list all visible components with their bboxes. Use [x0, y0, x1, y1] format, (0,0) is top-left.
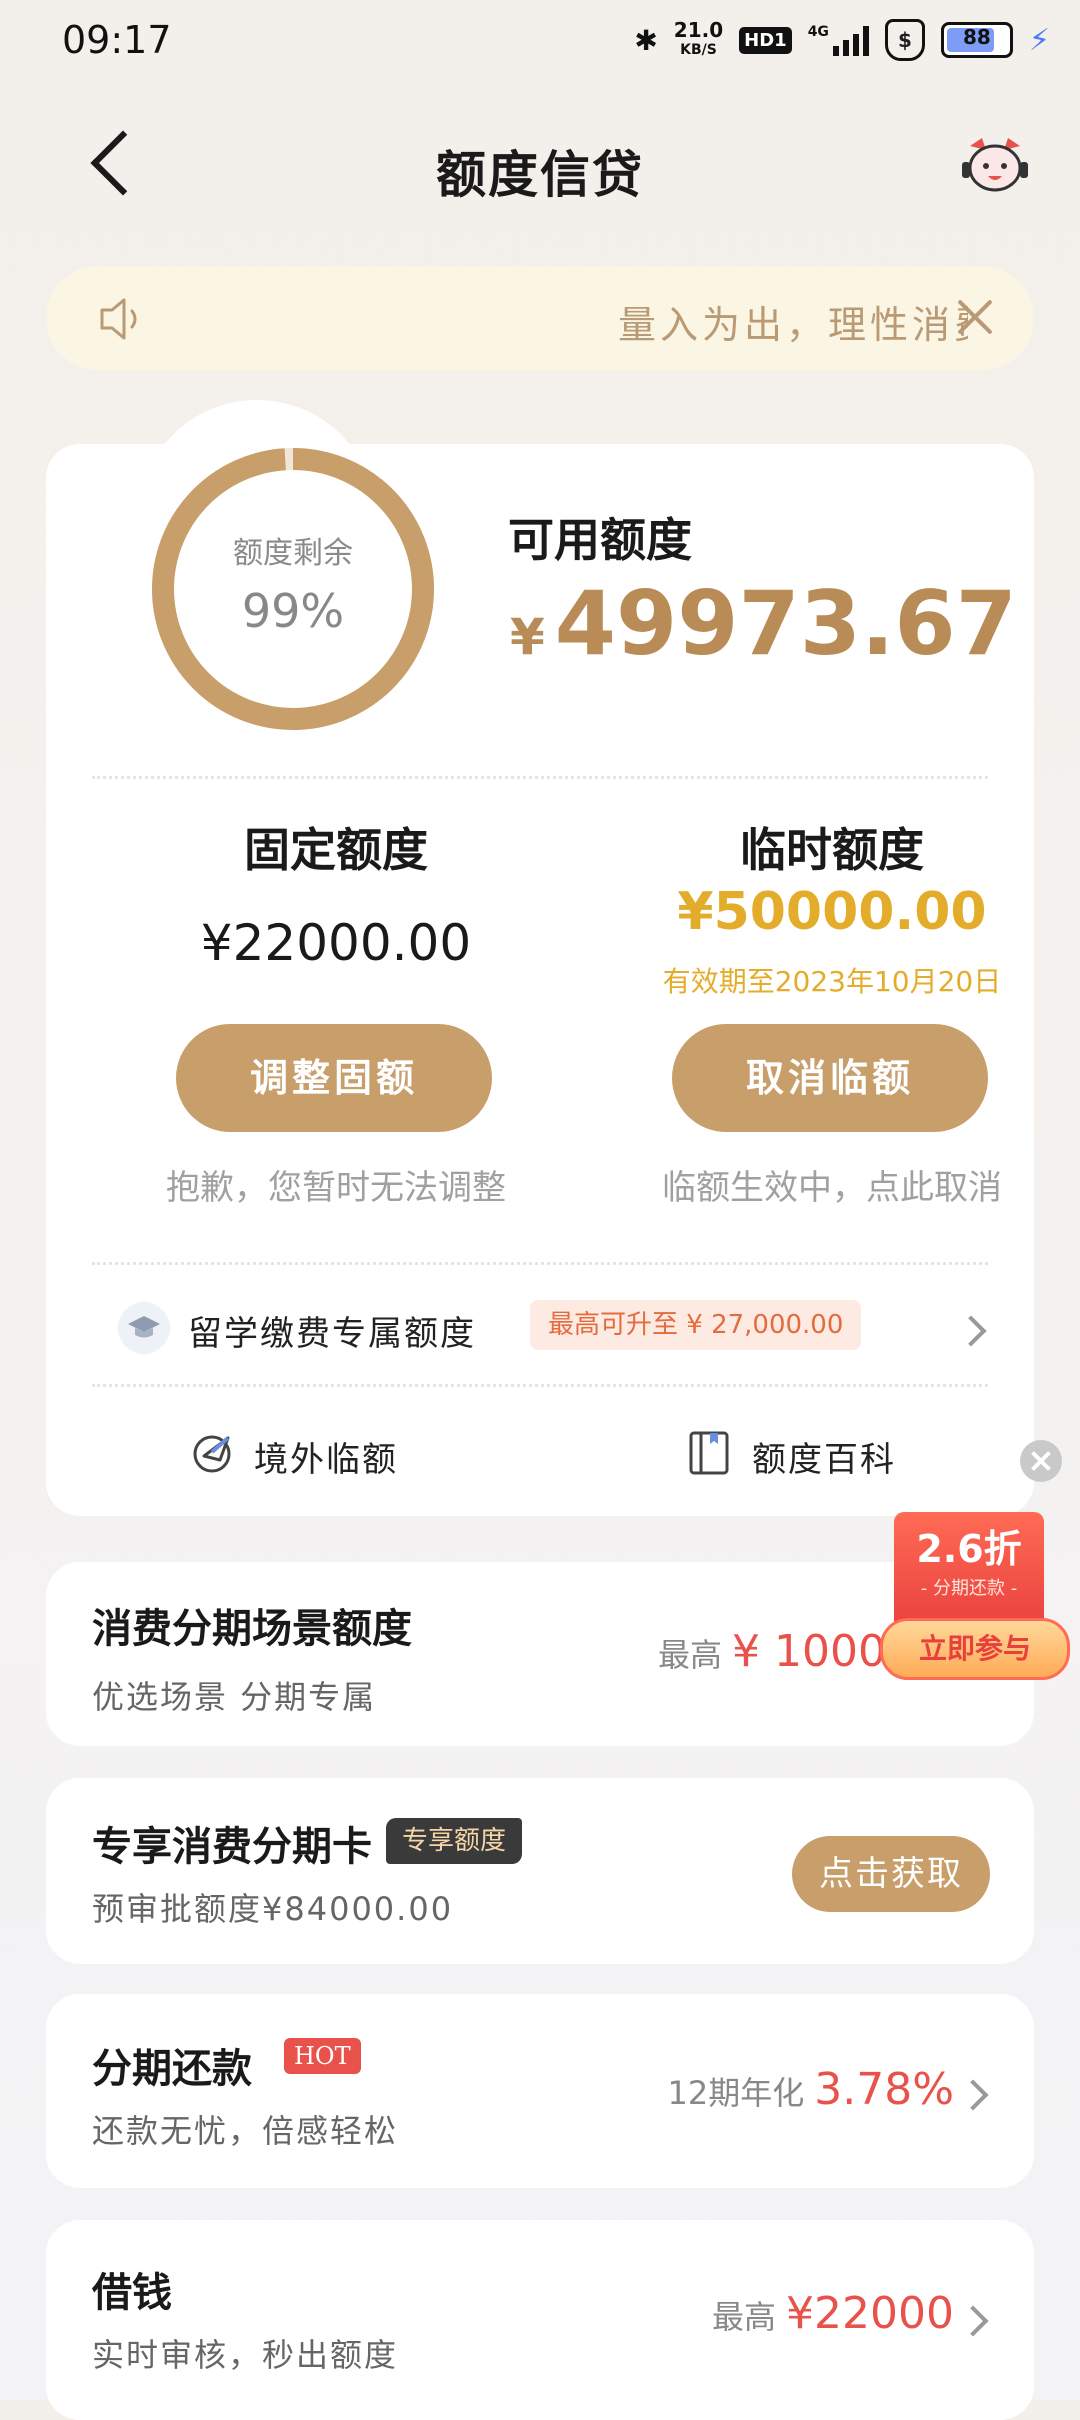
fixed-quota-note: 抱歉，您暂时无法调整 — [166, 1168, 506, 1208]
overseas-quota-link[interactable]: 境外临额 — [190, 1424, 430, 1484]
consume-card-limit: 最高 ¥ 10000 — [658, 1626, 914, 1677]
bluetooth-icon: ✱ — [634, 23, 658, 57]
exclusive-card-subtitle: 预审批额度¥84000.00 — [92, 1890, 454, 1928]
exclusive-card-title: 专享消费分期卡 — [92, 1824, 372, 1870]
app-header: 额度信贷 — [0, 110, 1080, 220]
plane-globe-icon — [193, 1435, 231, 1473]
temp-quota-note[interactable]: 临额生效中，点此取消 — [612, 1160, 1052, 1209]
borrow-limit-value: ¥22000 — [786, 2288, 954, 2339]
speaker-icon — [100, 298, 137, 340]
ring-label: 额度剩余 — [233, 536, 353, 571]
promo-discount: 2.6折 — [916, 1527, 1022, 1571]
installment-repay-card[interactable]: 分期还款 HOT 还款无忧，倍感轻松 12期年化 3.78% — [46, 1994, 1034, 2188]
divider — [92, 1384, 988, 1387]
fixed-quota-title: 固定额度 — [244, 823, 428, 877]
study-abroad-row[interactable]: 留学缴费专属额度 最高可升至 ¥ 27,000.00 — [118, 1294, 998, 1366]
consume-card-subtitle: 优选场景 分期专属 — [92, 1678, 377, 1716]
borrow-card-title: 借钱 — [92, 2270, 172, 2316]
promo-float[interactable]: 2.6折 - 分期还款 - 立即参与 — [880, 1440, 1080, 1690]
borrow-limit: 最高 ¥22000 — [712, 2288, 954, 2339]
temp-quota-amount: ¥50000.00 — [677, 882, 987, 942]
borrow-card[interactable]: 借钱 实时审核，秒出额度 最高 ¥22000 — [46, 2220, 1034, 2420]
available-value: 49973.67 — [554, 572, 1017, 675]
hot-tag: HOT — [284, 2038, 361, 2074]
fixed-quota-amount: ¥22000.00 — [200, 914, 472, 972]
battery-icon: 88 — [940, 22, 1013, 58]
status-icons: ✱ 21.0 KB/S HD1 4G $ 88 ⚡ — [634, 16, 1050, 64]
available-label: 可用额度 — [508, 513, 692, 567]
divider — [92, 1262, 988, 1265]
hd-badge: HD1 — [739, 26, 792, 54]
borrow-limit-prefix: 最高 — [712, 2298, 777, 2336]
customer-service-mascot-icon[interactable] — [960, 136, 1030, 198]
book-icon — [689, 1431, 729, 1475]
graduation-cap-icon — [118, 1302, 170, 1354]
page-title: 额度信贷 — [436, 146, 644, 204]
chevron-right-icon — [955, 1315, 987, 1347]
ring-value: 99% — [241, 584, 345, 638]
cancel-temp-button[interactable]: 取消临额 — [672, 1024, 988, 1132]
temp-quota-title: 临时额度 — [740, 823, 924, 877]
consume-limit-prefix: 最高 — [658, 1636, 723, 1674]
divider — [92, 776, 988, 779]
chevron-right-icon — [957, 2305, 989, 2337]
study-abroad-label: 留学缴费专属额度 — [188, 1314, 476, 1354]
network-type: 4G — [807, 24, 829, 40]
temp-quota-validity: 有效期至2023年10月20日 — [662, 965, 1002, 998]
chevron-right-icon — [957, 2079, 989, 2111]
installment-card-title: 分期还款 — [92, 2046, 252, 2092]
promo-card[interactable]: 2.6折 - 分期还款 - — [894, 1512, 1044, 1632]
charging-icon: ⚡ — [1028, 22, 1050, 58]
status-bar: 09:17 ✱ 21.0 KB/S HD1 4G $ 88 ⚡ — [0, 0, 1080, 80]
installment-rate-prefix: 12期年化 — [667, 2074, 805, 2112]
overseas-quota-label: 境外临额 — [254, 1440, 398, 1480]
promo-subtitle: - 分期还款 - — [920, 1578, 1018, 1599]
exclusive-installment-card[interactable]: 专享消费分期卡 专享额度 预审批额度¥84000.00 点击获取 — [46, 1778, 1034, 1964]
net-speed-value: 21.0 — [673, 18, 724, 42]
quota-wiki-label: 额度百科 — [752, 1440, 896, 1480]
study-abroad-tag: 最高可升至 ¥ 27,000.00 — [530, 1300, 862, 1350]
exclusive-tag: 专享额度 — [386, 1818, 523, 1864]
notice-close-icon[interactable] — [954, 296, 996, 338]
promo-close-icon[interactable] — [1020, 1440, 1062, 1482]
net-speed: 21.0 KB/S — [674, 20, 723, 60]
get-quota-button[interactable]: 点击获取 — [792, 1836, 990, 1912]
status-time: 09:17 — [62, 18, 172, 62]
battery-level: 88 — [963, 25, 991, 49]
consume-card-title: 消费分期场景额度 — [92, 1606, 412, 1652]
signal-icon: 4G — [808, 24, 869, 56]
installment-card-subtitle: 还款无忧，倍感轻松 — [92, 2112, 399, 2150]
credit-card: 额度剩余 99% 可用额度 ¥49973.67 固定额度 ¥22000.00 调… — [46, 400, 1034, 1516]
available-amount: ¥49973.67 — [510, 572, 1017, 675]
notice-text: 量入为出，理性消费 — [618, 303, 968, 347]
shield-icon: $ — [884, 19, 925, 61]
installment-rate-value: 3.78% — [814, 2064, 954, 2115]
net-speed-unit: KB/S — [680, 42, 717, 58]
installment-rate: 12期年化 3.78% — [667, 2064, 954, 2115]
notice-bar: 量入为出，理性消费 — [46, 266, 1034, 370]
join-now-button[interactable]: 立即参与 — [880, 1618, 1070, 1680]
adjust-fixed-button[interactable]: 调整固额 — [176, 1024, 492, 1132]
available-currency: ¥ — [510, 608, 545, 666]
borrow-card-subtitle: 实时审核，秒出额度 — [92, 2336, 399, 2374]
